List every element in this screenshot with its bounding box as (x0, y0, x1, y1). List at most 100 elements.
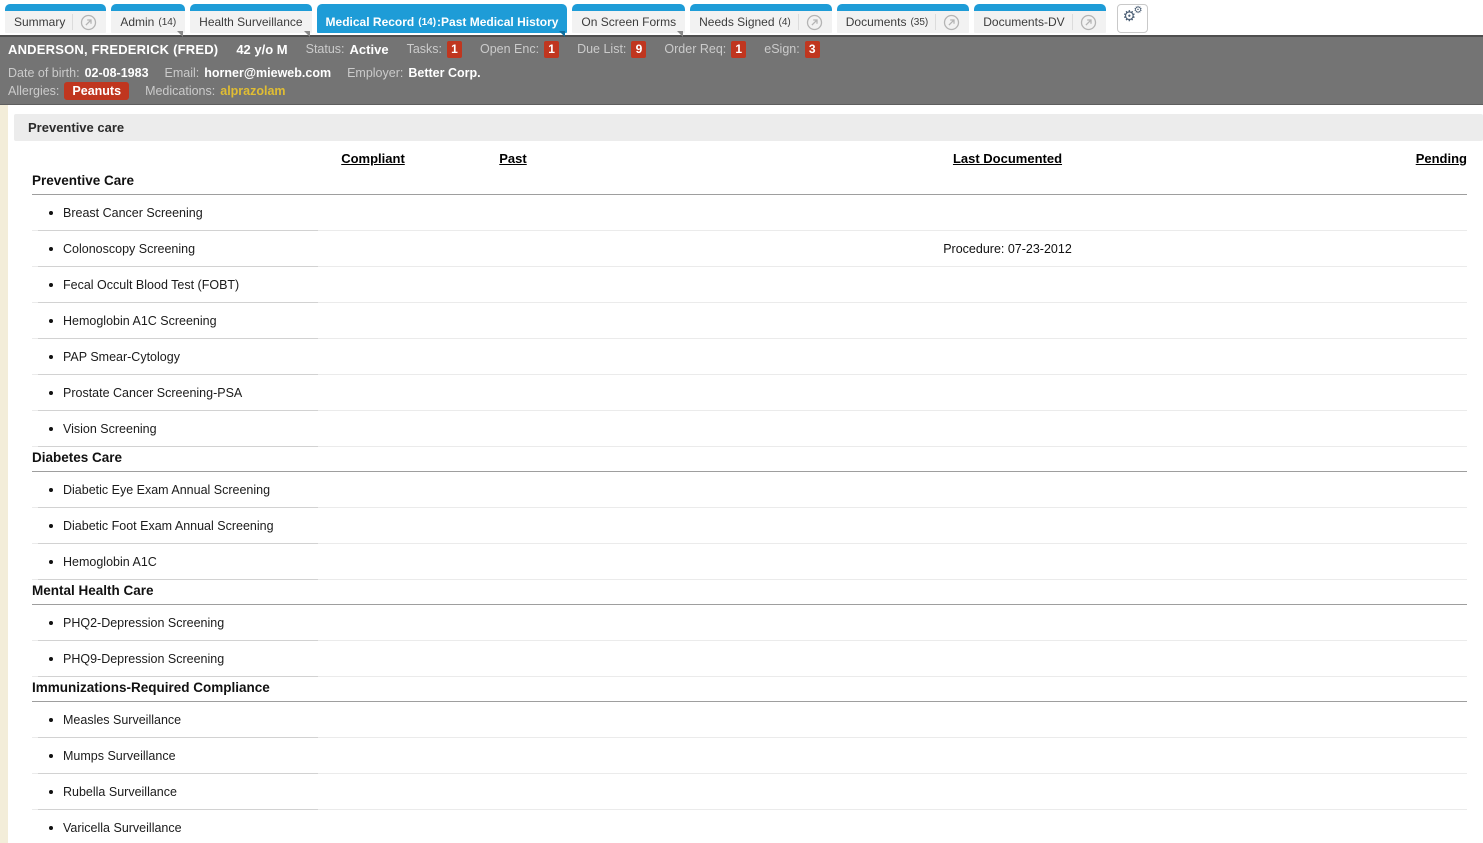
item-name-cell: PHQ2-Depression Screening (32, 616, 318, 630)
table-row: Varicella Surveillance (32, 810, 1467, 843)
medication-link[interactable]: alprazolam (220, 84, 285, 98)
tab-bar: Summary Admin (14) Health Surveillance M… (0, 0, 1483, 37)
item-label: Vision Screening (63, 421, 157, 436)
patient-age-sex: 42 y/o M (236, 41, 288, 57)
cogs-icon: ⚙ (1133, 5, 1143, 16)
tab-count: (35) (910, 16, 929, 28)
table-row: Vision Screening (32, 411, 1467, 447)
group-heading-label: Immunizations-Required Compliance (32, 680, 270, 695)
tasks-count-badge[interactable]: 1 (447, 40, 462, 58)
item-label: PHQ2-Depression Screening (63, 615, 225, 630)
tab-cap (690, 4, 832, 11)
table-row: Rubella Surveillance (32, 774, 1467, 810)
dob-value: 02-08-1983 (84, 65, 149, 80)
group-heading-label: Mental Health Care (32, 583, 154, 598)
column-header-compliant[interactable]: Compliant (318, 151, 428, 166)
status-label: Status: (305, 42, 345, 56)
tab-divider (935, 14, 937, 30)
item-name-cell: Colonoscopy Screening (32, 242, 318, 256)
bullet-icon (49, 354, 53, 359)
item-name-cell: Measles Surveillance (32, 713, 318, 727)
preventive-table-body: Preventive Care Breast Cancer Screening Co… (32, 170, 1467, 843)
patient-header: ANDERSON, FREDERICK (FRED) 42 y/o M Stat… (0, 35, 1483, 105)
table-row: Breast Cancer Screening (32, 195, 1467, 231)
tab-documents-dv[interactable]: Documents-DV (974, 4, 1106, 33)
table-row: Diabetic Foot Exam Annual Screening (32, 508, 1467, 544)
bullet-icon (49, 620, 53, 625)
tab-divider (72, 14, 74, 30)
table-row: PHQ9-Depression Screening (32, 641, 1467, 677)
item-label: PAP Smear-Cytology (63, 349, 180, 364)
group-heading-row: Diabetes Care (32, 447, 1467, 472)
due-list-label: Due List: (577, 42, 627, 56)
email-label: Email: (164, 65, 200, 80)
tab-cap (111, 4, 186, 11)
bullet-icon (49, 717, 53, 722)
fold-icon (559, 31, 566, 37)
bullet-icon (49, 487, 53, 492)
column-header-past[interactable]: Past (428, 151, 598, 166)
tab-cap (974, 4, 1106, 11)
item-name-cell: PHQ9-Depression Screening (32, 652, 318, 666)
column-header-last-documented[interactable]: Last Documented (598, 151, 1347, 166)
bullet-icon (49, 753, 53, 758)
item-label: Diabetic Foot Exam Annual Screening (63, 518, 274, 533)
employer-label: Employer: (347, 65, 404, 80)
bullet-icon (49, 210, 53, 215)
tab-documents[interactable]: Documents (35) (836, 4, 970, 33)
tab-summary[interactable]: Summary (5, 4, 107, 33)
content-background: Preventive care Compliant Past Last Docu… (0, 105, 1483, 843)
tab-divider (797, 14, 799, 30)
allergy-badge[interactable]: Peanuts (64, 82, 130, 100)
popout-icon[interactable] (806, 14, 823, 31)
settings-button[interactable]: ⚙ ⚙ (1116, 4, 1148, 33)
tab-label: Health Surveillance (199, 15, 303, 29)
tasks-label: Tasks: (406, 42, 442, 56)
table-row: Diabetic Eye Exam Annual Screening (32, 472, 1467, 508)
order-req-label: Order Req: (664, 42, 727, 56)
fold-icon (177, 31, 184, 37)
tab-label: Needs Signed (699, 15, 775, 29)
bullet-icon (49, 523, 53, 528)
tab-health-surveillance[interactable]: Health Surveillance (190, 4, 312, 37)
tab-label: Documents-DV (983, 15, 1065, 29)
item-label: Fecal Occult Blood Test (FOBT) (63, 277, 240, 292)
table-header-row: Compliant Past Last Documented Pending (32, 149, 1467, 170)
popout-icon[interactable] (943, 14, 960, 31)
tab-needs-signed[interactable]: Needs Signed (4) (690, 4, 832, 33)
bullet-icon (49, 426, 53, 431)
bullet-icon (49, 559, 53, 564)
table-row: Measles Surveillance (32, 702, 1467, 738)
tab-medical-record[interactable]: Medical Record (14) :Past Medical Histor… (316, 4, 568, 37)
tab-on-screen-forms[interactable]: On Screen Forms (572, 4, 686, 37)
item-label: Hemoglobin A1C (63, 554, 157, 569)
item-name-cell: Hemoglobin A1C Screening (32, 314, 318, 328)
open-enc-count-badge[interactable]: 1 (544, 40, 560, 58)
bullet-icon (49, 656, 53, 661)
esign-count-badge[interactable]: 3 (804, 40, 820, 58)
table-row: Colonoscopy Screening Procedure: 07-23-20… (32, 231, 1467, 267)
item-label: Breast Cancer Screening (63, 205, 203, 220)
popout-icon[interactable] (80, 14, 97, 31)
item-name-cell: Mumps Surveillance (32, 749, 318, 763)
due-list-count-badge[interactable]: 9 (631, 40, 647, 58)
item-name-cell: Fecal Occult Blood Test (FOBT) (32, 278, 318, 292)
item-label: Prostate Cancer Screening-PSA (63, 385, 243, 400)
employer-value: Better Corp. (408, 65, 481, 80)
order-req-count-badge[interactable]: 1 (731, 40, 747, 58)
tab-cap (836, 4, 970, 11)
tab-cap (316, 4, 568, 11)
bullet-icon (49, 390, 53, 395)
tab-count: (14) (158, 16, 177, 28)
group-heading-label: Diabetes Care (32, 450, 123, 465)
content-panel: Preventive care Compliant Past Last Docu… (8, 105, 1483, 843)
dob-label: Date of birth: (8, 65, 80, 80)
tab-admin[interactable]: Admin (14) (111, 4, 186, 37)
group-heading-row: Preventive Care (32, 170, 1467, 195)
group-heading-row: Immunizations-Required Compliance (32, 677, 1467, 702)
bullet-icon (49, 282, 53, 287)
group-heading-row: Mental Health Care (32, 580, 1467, 605)
popout-icon[interactable] (1080, 14, 1097, 31)
tab-label: Documents (845, 15, 907, 29)
column-header-pending[interactable]: Pending (1347, 151, 1467, 166)
